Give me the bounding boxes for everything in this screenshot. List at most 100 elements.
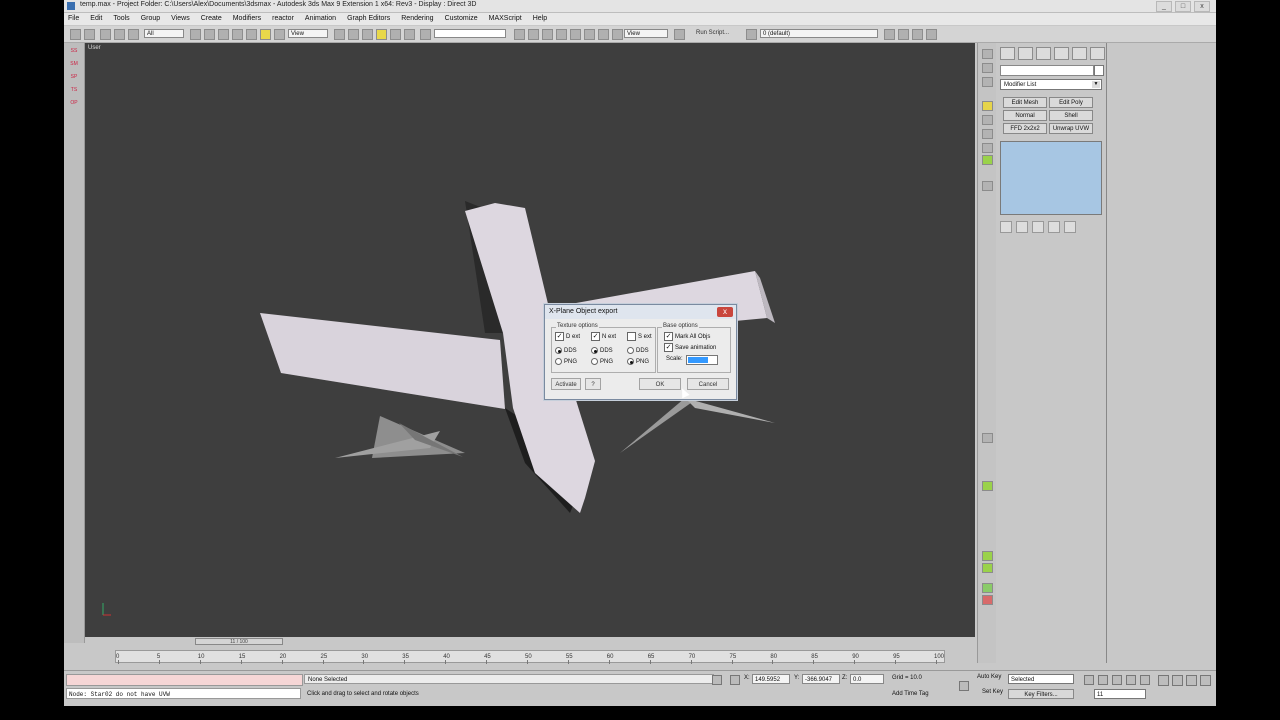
x-axis-icon[interactable]: [982, 101, 993, 111]
menu-group[interactable]: Group: [141, 13, 160, 25]
d-dds-dot[interactable]: [555, 347, 562, 354]
left-strip-sp[interactable]: SP: [68, 72, 80, 82]
zoom-extents-all-icon[interactable]: [1200, 675, 1211, 686]
rectangular-selection-icon[interactable]: [218, 29, 229, 40]
menu-rendering[interactable]: Rendering: [401, 13, 433, 25]
light-icon[interactable]: [982, 595, 993, 605]
zoom-all-icon[interactable]: [1172, 675, 1183, 686]
modify-tab-icon[interactable]: [1018, 47, 1033, 60]
zoom-icon[interactable]: [1158, 675, 1169, 686]
rotate-tool-icon[interactable]: [982, 77, 993, 87]
d-ext-box[interactable]: ✓: [555, 332, 564, 341]
named-selection-sets-field[interactable]: [434, 29, 506, 38]
light-icon[interactable]: [982, 583, 993, 593]
n-dds-dot[interactable]: [591, 347, 598, 354]
bind-space-warp-icon[interactable]: [128, 29, 139, 40]
absolute-mode-icon[interactable]: [730, 675, 740, 685]
hierarchy-tab-icon[interactable]: [1036, 47, 1051, 60]
display-tab-icon[interactable]: [1072, 47, 1087, 60]
angle-snap-icon[interactable]: [376, 29, 387, 40]
move-tool-icon[interactable]: [982, 63, 993, 73]
menu-file[interactable]: File: [68, 13, 79, 25]
curve-editor-icon[interactable]: [556, 29, 567, 40]
menu-tools[interactable]: Tools: [113, 13, 129, 25]
left-strip-op[interactable]: OP: [68, 98, 80, 108]
xy-axis-icon[interactable]: [982, 143, 993, 153]
next-frame-icon[interactable]: [1126, 675, 1136, 685]
align-icon[interactable]: [528, 29, 539, 40]
menu-edit[interactable]: Edit: [90, 13, 102, 25]
go-to-start-icon[interactable]: [1084, 675, 1094, 685]
select-manipulate-icon[interactable]: [348, 29, 359, 40]
n-ext-checkbox[interactable]: ✓ N ext: [591, 332, 616, 341]
quick-render-icon[interactable]: [612, 29, 623, 40]
s-dds-dot[interactable]: [627, 347, 634, 354]
save-animation-checkbox[interactable]: ✓ Save animation: [664, 343, 716, 352]
select-by-name-icon[interactable]: [204, 29, 215, 40]
menu-reactor[interactable]: reactor: [272, 13, 294, 25]
help-button[interactable]: ?: [585, 378, 601, 390]
menu-create[interactable]: Create: [201, 13, 222, 25]
s-png-radio[interactable]: PNG: [627, 358, 649, 365]
motion-tab-icon[interactable]: [1054, 47, 1069, 60]
select-tool-icon[interactable]: [982, 49, 993, 59]
show-end-result-icon[interactable]: [1016, 221, 1028, 233]
material-editor-icon[interactable]: [584, 29, 595, 40]
cancel-button[interactable]: Cancel: [687, 378, 729, 390]
edit-mesh-button[interactable]: Edit Mesh: [1003, 97, 1047, 108]
s-ext-box[interactable]: [627, 332, 636, 341]
select-and-move-icon[interactable]: [246, 29, 257, 40]
x-coordinate-field[interactable]: 149.5952: [752, 674, 790, 684]
auto-key-button[interactable]: Auto Key: [977, 674, 1001, 680]
z-coordinate-field[interactable]: 0.0: [850, 674, 884, 684]
scene-geometry[interactable]: [85, 43, 975, 637]
close-window-button[interactable]: x: [1194, 1, 1210, 12]
selection-filter-dropdown[interactable]: All: [144, 29, 184, 38]
go-to-end-icon[interactable]: [1140, 675, 1150, 685]
unlink-icon[interactable]: [114, 29, 125, 40]
previous-frame-icon[interactable]: [1098, 675, 1108, 685]
d-png-dot[interactable]: [555, 358, 562, 365]
remove-modifier-icon[interactable]: [1048, 221, 1060, 233]
s-ext-checkbox[interactable]: S ext: [627, 332, 652, 341]
select-and-scale-icon[interactable]: [274, 29, 285, 40]
key-icon[interactable]: [959, 681, 969, 691]
d-dds-radio[interactable]: DDS: [555, 347, 577, 354]
select-and-rotate-icon[interactable]: [260, 29, 271, 40]
dialog-close-button[interactable]: x: [717, 307, 733, 317]
z-axis-icon[interactable]: [982, 129, 993, 139]
object-name-field[interactable]: [1000, 65, 1094, 76]
percent-snap-icon[interactable]: [390, 29, 401, 40]
track-bar-ruler[interactable]: 0 5 10 15 20 25 30 35 40 45 50 55 60 65 70 75 80 85 90 95 10…: [115, 650, 945, 664]
time-slider[interactable]: 11 / 100: [195, 638, 283, 645]
add-time-tag[interactable]: Add Time Tag: [892, 691, 929, 697]
minimize-button[interactable]: _: [1156, 1, 1172, 12]
modifier-list-dropdown[interactable]: Modifier List ▼: [1000, 79, 1102, 90]
run-script-button[interactable]: Run Script...: [696, 30, 729, 36]
menu-help[interactable]: Help: [533, 13, 547, 25]
mark-all-objs-checkbox[interactable]: ✓ Mark All Objs: [664, 332, 710, 341]
modifier-stack[interactable]: [1000, 141, 1102, 215]
layer-dropdown[interactable]: 0 (default): [760, 29, 878, 38]
left-strip-sm[interactable]: SM: [68, 59, 80, 69]
menu-views[interactable]: Views: [171, 13, 190, 25]
layer-current-icon[interactable]: [912, 29, 923, 40]
menu-animation[interactable]: Animation: [305, 13, 336, 25]
pin-stack-icon[interactable]: [1000, 221, 1012, 233]
y-coordinate-field[interactable]: -366.9047: [802, 674, 840, 684]
snaps-toggle-icon[interactable]: [362, 29, 373, 40]
maximize-button[interactable]: □: [1175, 1, 1191, 12]
menu-maxscript[interactable]: MAXScript: [489, 13, 522, 25]
select-object-icon[interactable]: [190, 29, 201, 40]
layer-properties-icon[interactable]: [926, 29, 937, 40]
snap-icon[interactable]: [982, 481, 993, 491]
layer-manager-icon[interactable]: [542, 29, 553, 40]
ffd-button[interactable]: FFD 2x2x2: [1003, 123, 1047, 134]
d-ext-checkbox[interactable]: ✓ D ext: [555, 332, 580, 341]
spinner-snap-icon[interactable]: [404, 29, 415, 40]
zoom-extents-icon[interactable]: [1186, 675, 1197, 686]
window-crossing-icon[interactable]: [232, 29, 243, 40]
pin-icon[interactable]: [982, 433, 993, 443]
layer-select-icon[interactable]: [898, 29, 909, 40]
snap-icon[interactable]: [982, 551, 993, 561]
